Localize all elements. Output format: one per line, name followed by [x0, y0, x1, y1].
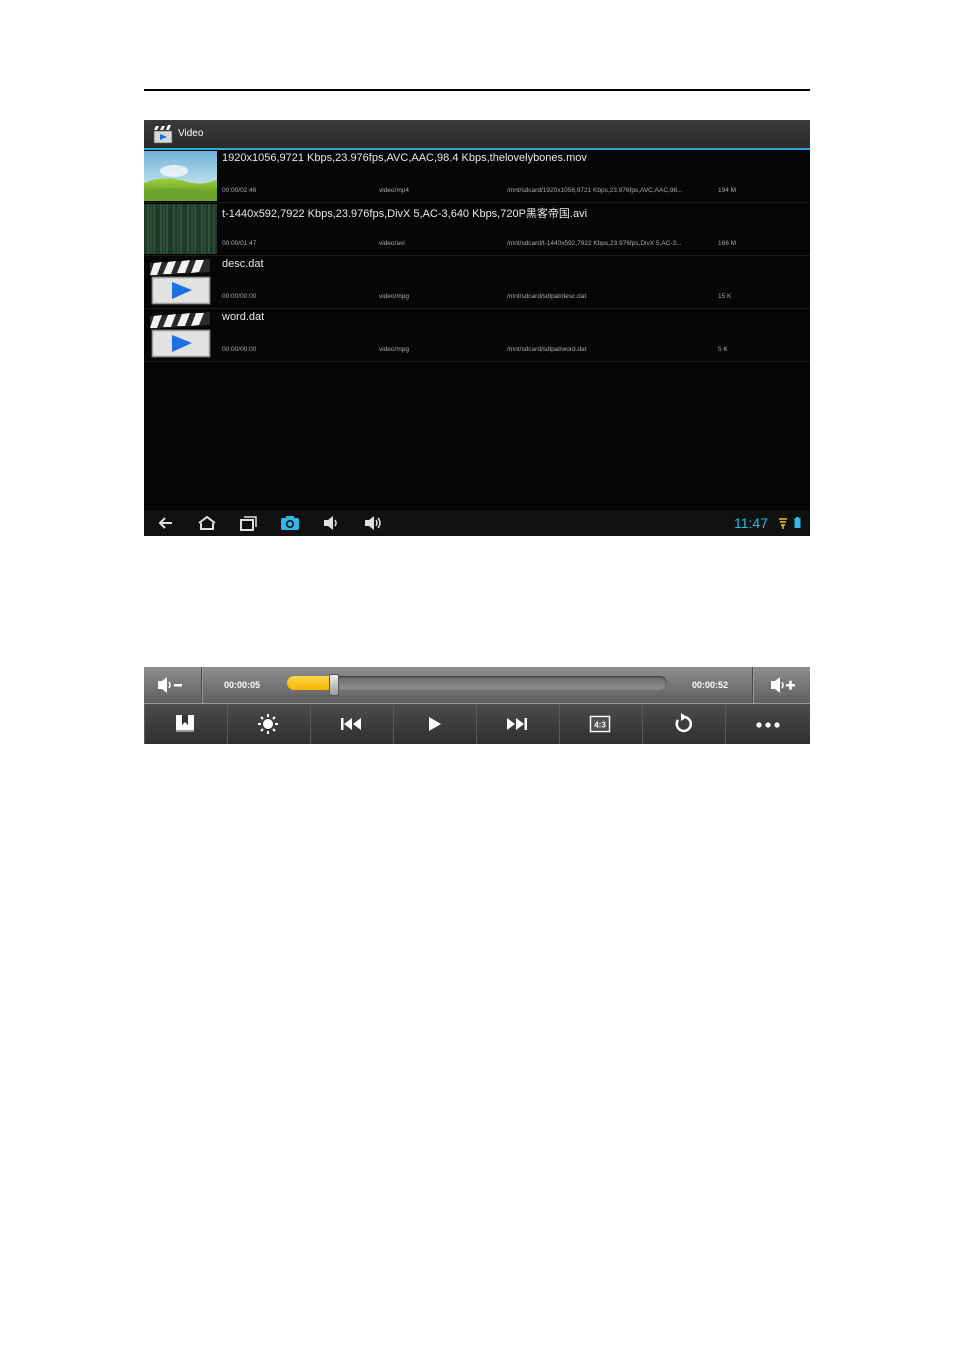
aspect-ratio-icon: 4:3 [589, 715, 611, 733]
bookmark-button[interactable] [144, 704, 228, 744]
video-title: 1920x1056,9721 Kbps,23.976fps,AVC,AAC,98… [222, 152, 587, 164]
clapperboard-app-icon[interactable] [153, 124, 173, 144]
video-app-screen: Video 1920x1056,9721 Kbps,23.976fps,AVC,… [144, 120, 810, 536]
total-time: 00:00:52 [692, 680, 729, 690]
video-title: desc.dat [222, 258, 264, 270]
progress-handle[interactable] [328, 674, 339, 696]
screenshot-icon[interactable] [279, 514, 301, 532]
clapperboard-icon [144, 257, 217, 307]
video-size: 194 M [718, 187, 737, 194]
battery-icon [794, 517, 801, 528]
page-header-rule [144, 89, 810, 91]
next-button[interactable] [476, 704, 560, 744]
recent-apps-icon[interactable] [237, 514, 259, 532]
aspect-ratio-button[interactable]: 4:3 [559, 704, 643, 744]
action-bar: Video [144, 120, 810, 150]
video-path: /mnt/sdcard/sdlpal/word.dat [507, 346, 587, 353]
system-nav-bar: 11:47 [144, 510, 810, 536]
video-size: 166 M [718, 240, 737, 247]
matrix-thumbnail [144, 204, 217, 254]
progress-fill [287, 676, 333, 690]
more-icon [756, 722, 780, 728]
video-duration: 00:00/01:47 [222, 240, 257, 247]
brightness-icon [258, 714, 278, 734]
play-icon [429, 717, 441, 731]
list-item[interactable]: word.dat 00:00/00:00 video/mpg /mnt/sdca… [144, 309, 810, 362]
video-size: 15 K [718, 293, 732, 300]
video-duration: 00:00/02:46 [222, 187, 257, 194]
list-item[interactable]: desc.dat 00:00/00:00 video/mpg /mnt/sdca… [144, 256, 810, 309]
video-title: t-1440x592,7922 Kbps,23.976fps,DivX 5,AC… [222, 208, 588, 220]
landscape-thumbnail [144, 151, 217, 201]
back-icon[interactable] [156, 514, 178, 532]
home-icon[interactable] [196, 514, 218, 532]
aspect-ratio-label: 4:3 [594, 721, 606, 730]
volume-plus-icon[interactable] [769, 673, 799, 697]
progress-row: 00:00:05 00:00:52 [144, 667, 810, 703]
previous-icon [341, 718, 361, 730]
volume-up-icon[interactable] [362, 514, 384, 532]
video-path: /mnt/sdcard/t-1440x592,7922 Kbps,23.976f… [507, 240, 682, 247]
next-icon [507, 718, 527, 730]
progress-track[interactable] [287, 676, 667, 690]
video-list: 1920x1056,9721 Kbps,23.976fps,AVC,AAC,98… [144, 150, 810, 362]
divider [752, 667, 753, 703]
list-item[interactable]: 1920x1056,9721 Kbps,23.976fps,AVC,AAC,98… [144, 150, 810, 203]
video-mime-type: video/mpg [379, 346, 409, 353]
clapperboard-icon [144, 310, 217, 360]
video-mime-type: video/avi [379, 240, 405, 247]
signal-icon [779, 518, 787, 529]
brightness-button[interactable] [227, 704, 311, 744]
video-duration: 00:00/00:00 [222, 293, 257, 300]
video-mime-type: video/mp4 [379, 187, 409, 194]
video-mime-type: video/mpg [379, 293, 409, 300]
controls-row: 4:3 [144, 703, 810, 744]
volume-minus-icon[interactable] [156, 673, 186, 697]
play-button[interactable] [393, 704, 477, 744]
volume-down-icon[interactable] [320, 514, 342, 532]
video-path: /mnt/sdcard/1920x1056,9721 Kbps,23.976fp… [507, 187, 683, 194]
status-clock: 11:47 [734, 515, 768, 531]
previous-button[interactable] [310, 704, 394, 744]
repeat-button[interactable] [642, 704, 726, 744]
video-player-controls: 00:00:05 00:00:52 4:3 [144, 667, 810, 744]
video-title: word.dat [222, 311, 265, 323]
current-time: 00:00:05 [224, 680, 261, 690]
repeat-icon [675, 713, 692, 733]
video-duration: 00:00/00:00 [222, 346, 257, 353]
bookmark-icon [176, 715, 194, 732]
video-path: /mnt/sdcard/sdlpal/desc.dat [507, 293, 587, 300]
list-item[interactable]: t-1440x592,7922 Kbps,23.976fps,DivX 5,AC… [144, 203, 810, 256]
divider [201, 667, 202, 703]
app-title: Video [178, 128, 204, 139]
more-button[interactable] [725, 704, 808, 744]
video-size: 5 K [718, 346, 728, 353]
